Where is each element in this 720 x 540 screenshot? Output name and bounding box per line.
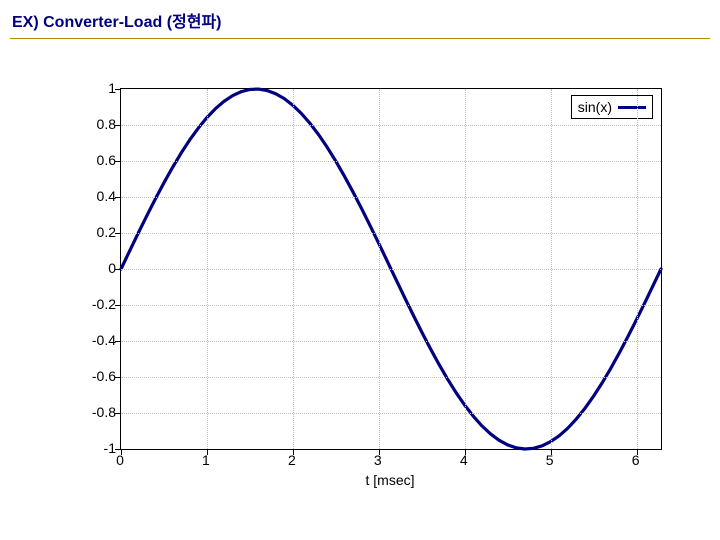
x-tick-label: 6: [632, 452, 640, 468]
y-tick-label: -0.6: [66, 368, 116, 384]
legend-swatch: [618, 106, 646, 109]
x-tick-label: 4: [460, 452, 468, 468]
x-tick-label: 0: [116, 452, 124, 468]
page-title: EX) Converter-Load (정현파): [10, 8, 710, 39]
x-tick-label: 5: [546, 452, 554, 468]
grid-line-horizontal: [121, 269, 661, 270]
legend-label: sin(x): [578, 99, 612, 115]
x-axis-label: t [msec]: [120, 472, 660, 488]
x-tick-label: 2: [288, 452, 296, 468]
y-tick-label: 0: [66, 260, 116, 276]
y-tick-label: -0.4: [66, 332, 116, 348]
y-tick-label: 1: [66, 80, 116, 96]
grid-line-horizontal: [121, 125, 661, 126]
grid-line-horizontal: [121, 305, 661, 306]
y-tick-label: -0.8: [66, 404, 116, 420]
y-tick-label: -1: [66, 440, 116, 456]
x-tick-label: 3: [374, 452, 382, 468]
y-tick-label: 0.6: [66, 152, 116, 168]
grid-line-horizontal: [121, 341, 661, 342]
chart: sin(x) t [msec] 0 1 2 3 4 5 6 -1 -0.8 -0.6 -0.4 -0.…: [60, 78, 670, 498]
title-text: EX) Converter-Load (정현파): [12, 14, 222, 31]
legend: sin(x): [571, 95, 653, 119]
grid-line-horizontal: [121, 197, 661, 198]
y-tick-label: 0.2: [66, 224, 116, 240]
x-tick-label: 1: [202, 452, 210, 468]
y-tick-label: -0.2: [66, 296, 116, 312]
grid-line-horizontal: [121, 233, 661, 234]
y-tick-label: 0.4: [66, 188, 116, 204]
grid-line-horizontal: [121, 377, 661, 378]
y-tick-label: 0.8: [66, 116, 116, 132]
plot-area: sin(x): [120, 88, 662, 450]
grid-line-horizontal: [121, 161, 661, 162]
grid-line-horizontal: [121, 413, 661, 414]
